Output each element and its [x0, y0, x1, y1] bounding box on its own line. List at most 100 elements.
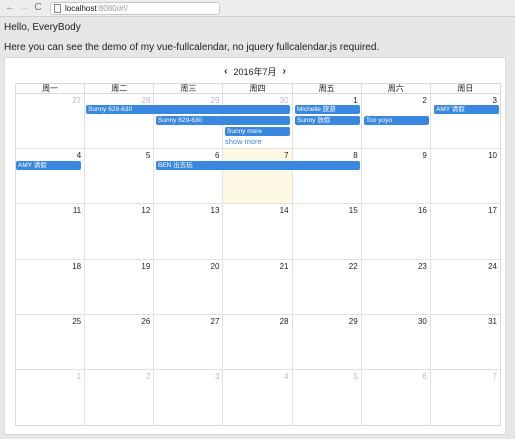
day-cell[interactable]: 6	[154, 149, 224, 205]
day-cell[interactable]: 3	[154, 369, 224, 425]
prev-month-icon[interactable]: ‹	[218, 66, 233, 77]
day-number: 1	[76, 371, 82, 381]
day-cell[interactable]: 19	[85, 259, 155, 315]
day-cell[interactable]: 10	[430, 149, 500, 205]
day-cell[interactable]: 5	[85, 149, 155, 205]
day-number: 24	[488, 261, 497, 271]
day-cell[interactable]: 25	[16, 314, 86, 370]
day-number: 7	[492, 371, 497, 381]
day-cell[interactable]: 17	[430, 204, 500, 260]
day-number: 9	[422, 151, 427, 161]
day-cell[interactable]: 28	[85, 94, 155, 150]
day-number: 11	[72, 206, 82, 216]
show-more-link[interactable]: show more	[225, 137, 262, 146]
day-cell-today[interactable]: 7	[223, 149, 293, 205]
calendar-header: ‹ 2016年7月 ›	[5, 64, 505, 78]
weekday-label: 周六	[362, 84, 431, 93]
event-bar[interactable]: Too yoyo	[364, 116, 429, 125]
day-number: 20	[210, 261, 220, 271]
event-bar[interactable]: Michelle 旅游	[295, 105, 360, 114]
day-cell[interactable]: 9	[361, 149, 431, 205]
day-number: 6	[422, 371, 427, 381]
day-number: 30	[417, 316, 427, 326]
day-number: 7	[284, 151, 289, 161]
event-bar[interactable]: Sunny 628-630	[86, 105, 290, 114]
day-number: 26	[141, 316, 151, 326]
day-cell[interactable]: 4	[16, 149, 86, 205]
browser-toolbar: ← → C localhost:8080/#!/	[0, 0, 515, 17]
day-number: 22	[348, 261, 358, 271]
day-cell[interactable]: 12	[85, 204, 155, 260]
day-number: 15	[348, 206, 358, 216]
day-number: 27	[72, 96, 82, 105]
day-cell[interactable]: 8	[292, 149, 362, 205]
day-cell[interactable]: 26	[85, 314, 155, 370]
event-bar[interactable]: BEN 出去玩	[156, 161, 360, 170]
day-number: 4	[76, 151, 82, 161]
day-number: 25	[72, 316, 82, 326]
day-cell[interactable]: 3	[430, 94, 500, 150]
day-cell[interactable]: 14	[223, 204, 293, 260]
day-cell[interactable]: 4	[223, 369, 293, 425]
day-cell[interactable]: 28	[223, 314, 293, 370]
day-cell[interactable]: 24	[430, 260, 500, 315]
weekday-label: 周一	[16, 84, 86, 93]
day-cell[interactable]: 5	[293, 369, 362, 425]
day-number: 18	[72, 261, 82, 271]
day-number: 1	[353, 96, 358, 105]
day-cell[interactable]: 23	[361, 259, 431, 315]
calendar: ‹ 2016年7月 › 周一 周二 周三 周四 周五 周六 周日 27 28 2…	[4, 57, 506, 435]
weekday-label: 周二	[85, 84, 155, 93]
day-number: 5	[353, 371, 358, 381]
event-bar[interactable]: Sunny 放假	[295, 116, 360, 125]
day-number: 12	[141, 206, 151, 216]
event-bar[interactable]: AMY 请假	[434, 105, 499, 114]
day-cell[interactable]: 13	[154, 204, 224, 260]
month-title: 2016年7月	[233, 66, 277, 77]
day-cell[interactable]: 16	[361, 204, 431, 260]
day-cell[interactable]: 7	[431, 370, 500, 425]
day-cell[interactable]: 15	[292, 204, 362, 260]
day-number: 17	[488, 206, 497, 216]
next-month-icon[interactable]: ›	[277, 66, 292, 77]
day-number: 3	[492, 96, 497, 105]
day-number: 21	[279, 261, 289, 271]
day-number: 19	[141, 261, 151, 271]
forward-arrow-icon[interactable]: →	[18, 2, 30, 14]
event-bar[interactable]: AMY 请假	[16, 161, 81, 170]
url-path: :8080/#!/	[96, 3, 128, 13]
weekday-header: 周一 周二 周三 周四 周五 周六 周日	[15, 83, 501, 93]
day-cell[interactable]: 11	[16, 204, 86, 260]
weekday-label: 周五	[293, 84, 362, 93]
page-icon	[54, 3, 61, 13]
day-number: 28	[141, 96, 151, 105]
day-number: 6	[214, 151, 220, 161]
day-cell[interactable]: 6	[362, 369, 431, 425]
day-cell[interactable]: 31	[430, 315, 500, 370]
reload-icon[interactable]: C	[32, 2, 44, 14]
back-arrow-icon[interactable]: ←	[4, 2, 16, 14]
weekday-label: 周日	[457, 84, 474, 93]
day-cell[interactable]: 22	[292, 259, 362, 315]
day-number: 30	[279, 96, 289, 105]
event-bar[interactable]: Sunny more	[225, 127, 290, 136]
day-number: 23	[417, 261, 427, 271]
day-cell[interactable]: 1	[16, 369, 86, 425]
day-cell[interactable]: 18	[16, 259, 86, 315]
day-cell[interactable]: 30	[361, 314, 431, 370]
day-cell[interactable]: 21	[223, 259, 293, 315]
address-bar[interactable]: localhost:8080/#!/	[50, 1, 220, 15]
day-cell[interactable]: 27	[16, 94, 86, 150]
day-cell[interactable]: 2	[85, 369, 155, 425]
day-number: 14	[279, 206, 289, 216]
day-number: 4	[284, 371, 289, 381]
day-number: 29	[210, 96, 220, 105]
event-bar[interactable]: Sunny 629-630	[156, 116, 290, 125]
day-number: 2	[145, 371, 151, 381]
description-text: Here you can see the demo of my vue-full…	[4, 42, 380, 53]
day-cell[interactable]: 20	[154, 259, 224, 315]
weekday-label: 周三	[154, 84, 224, 93]
day-cell[interactable]: 29	[292, 314, 362, 370]
day-number: 28	[279, 316, 289, 326]
day-cell[interactable]: 27	[154, 314, 224, 370]
